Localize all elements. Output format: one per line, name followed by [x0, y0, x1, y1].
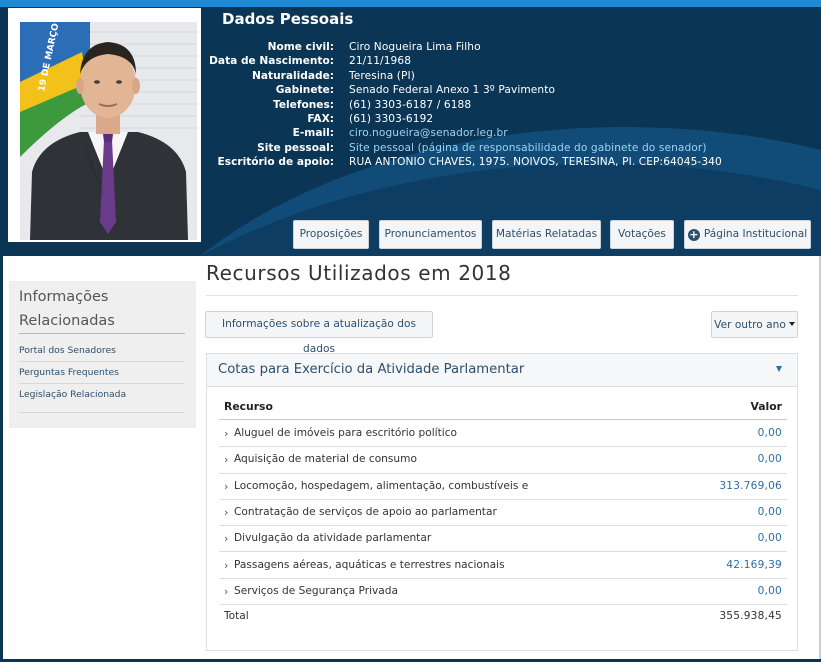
tab-materias-relatadas[interactable]: Matérias Relatadas	[492, 220, 601, 249]
plus-circle-icon: +	[687, 228, 700, 241]
resource-value[interactable]: 0,00	[758, 579, 782, 604]
field-value: Teresina (PI)	[349, 69, 415, 82]
tab-votacoes[interactable]: Votações	[610, 220, 674, 249]
personal-site-link[interactable]: Site pessoal (página de responsabilidade…	[349, 141, 707, 155]
chevron-right-icon: ›	[224, 453, 229, 467]
email-link[interactable]: ciro.nogueira@senador.leg.br	[349, 126, 508, 140]
chevron-right-icon: ›	[224, 532, 229, 546]
resource-value[interactable]: 0,00	[758, 447, 782, 472]
other-year-dropdown[interactable]: Ver outro ano	[711, 311, 798, 338]
collapse-toggle-icon[interactable]	[776, 366, 782, 372]
related-info-sidebar: Informações Relacionadas Portal dos Sena…	[9, 281, 196, 428]
personal-row-fax: FAX: (61) 3303-6192	[200, 112, 820, 126]
senator-tabs: Proposições Pronunciamentos Matérias Rel…	[0, 220, 821, 249]
resource-value[interactable]: 313.769,06	[719, 474, 782, 499]
senator-photo: 19 DE MARÇO	[20, 22, 197, 240]
quota-panel: Cotas para Exercício da Atividade Parlam…	[206, 353, 798, 651]
resource-value[interactable]: 0,00	[758, 500, 782, 525]
field-value: 21/11/1968	[349, 55, 412, 68]
resource-value[interactable]: 42.169,39	[726, 553, 782, 578]
panel-title: Cotas para Exercício da Atividade Parlam…	[218, 362, 525, 377]
title-divider	[206, 295, 798, 296]
field-value: (61) 3303-6187 / 6188	[349, 98, 472, 111]
field-label: FAX:	[307, 112, 334, 125]
table-row[interactable]: › Contratação de serviços de apoio ao pa…	[219, 500, 787, 527]
table-row[interactable]: › Locomoção, hospedagem, alimentação, co…	[219, 474, 787, 500]
personal-row-naturalidade: Naturalidade: Teresina (PI)	[200, 69, 820, 83]
dropdown-label: Ver outro ano	[714, 319, 786, 331]
personal-row-telefones: Telefones: (61) 3303-6187 / 6188	[200, 98, 820, 112]
sidebar-link-faq[interactable]: Perguntas Frequentes	[19, 362, 185, 384]
table-row[interactable]: › Aluguel de imóveis para escritório pol…	[219, 421, 787, 448]
field-value: Ciro Nogueira Lima Filho	[349, 41, 481, 53]
tab-pagina-institucional[interactable]: + Página Institucional	[684, 220, 811, 249]
field-value: Senado Federal Anexo 1 3º Pavimento	[349, 84, 556, 97]
chevron-right-icon: ›	[224, 427, 229, 440]
field-label: Escritório de apoio:	[217, 156, 334, 169]
chevron-right-icon: ›	[224, 584, 229, 598]
table-row[interactable]: › Divulgação da atividade parlamentar 0,…	[219, 526, 787, 553]
resource-name: Locomoção, hospedagem, alimentação, comb…	[234, 479, 529, 492]
sidebar-link-legislacao[interactable]: Legislação Relacionada	[19, 384, 185, 413]
panel-header[interactable]: Cotas para Exercício da Atividade Parlam…	[207, 354, 797, 387]
resource-name: Aquisição de material de consumo	[234, 453, 417, 466]
personal-row-site: Site pessoal: Site pessoal (página de re…	[200, 141, 820, 155]
personal-row-email: E-mail: ciro.nogueira@senador.leg.br	[200, 126, 820, 140]
table-header: Recurso Valor	[219, 394, 787, 420]
field-value: (61) 3303-6192	[349, 112, 434, 125]
caret-down-icon	[788, 322, 795, 326]
column-header-valor: Valor	[750, 400, 783, 413]
personal-row-escritorio: Escritório de apoio: RUA ANTONIO CHAVES,…	[200, 155, 820, 169]
personal-data-list: Nome civil: Ciro Nogueira Lima Filho Dat…	[200, 40, 820, 170]
resource-name: Contratação de serviços de apoio ao parl…	[234, 505, 497, 518]
personal-row-nascimento: Data de Nascimento: 21/11/1968	[200, 54, 820, 68]
left-edge-bar	[0, 256, 3, 662]
personal-row-gabinete: Gabinete: Senado Federal Anexo 1 3º Pavi…	[200, 83, 820, 97]
personal-row-nome: Nome civil: Ciro Nogueira Lima Filho	[200, 40, 820, 54]
resource-name: Passagens aéreas, aquáticas e terrestres…	[234, 558, 505, 571]
field-label: Gabinete:	[275, 84, 334, 97]
field-label: Telefones:	[273, 98, 334, 111]
resource-value[interactable]: 0,00	[758, 421, 782, 446]
field-label: Site pessoal:	[257, 141, 334, 154]
tab-proposicoes[interactable]: Proposições	[293, 220, 369, 249]
sidebar-link-portal[interactable]: Portal dos Senadores	[19, 340, 185, 362]
column-header-recurso: Recurso	[224, 400, 273, 413]
chevron-right-icon: ›	[224, 505, 229, 519]
senator-header: 19 DE MARÇO Dados Pessoais Nome civil: C…	[0, 0, 821, 256]
table-row[interactable]: › Aquisição de material de consumo 0,00	[219, 447, 787, 474]
table-row[interactable]: › Serviços de Segurança Privada 0,00	[219, 579, 787, 606]
senator-photo-frame: 19 DE MARÇO	[8, 8, 201, 242]
total-label: Total	[224, 610, 249, 622]
tab-label: Página Institucional	[703, 228, 808, 240]
tab-pronunciamentos[interactable]: Pronunciamentos	[379, 220, 482, 249]
resource-name: Aluguel de imóveis para escritório polít…	[234, 427, 458, 439]
field-label: Nome civil:	[267, 41, 334, 53]
table-row[interactable]: › Passagens aéreas, aquáticas e terrestr…	[219, 553, 787, 579]
sidebar-title: Informações Relacionadas	[19, 289, 115, 329]
total-row: Total 355.938,45	[219, 604, 787, 630]
sidebar-divider	[19, 333, 185, 334]
total-value: 355.938,45	[719, 610, 782, 622]
resource-value[interactable]: 0,00	[758, 526, 782, 551]
page-title: Recursos Utilizados em 2018	[206, 261, 512, 285]
personal-data-title: Dados Pessoais	[222, 10, 354, 28]
update-info-button[interactable]: Informações sobre a atualização dos dado…	[205, 311, 433, 355]
field-value: RUA ANTONIO CHAVES, 1975. NOIVOS, TERESI…	[349, 156, 722, 169]
field-label: E-mail:	[292, 127, 334, 140]
field-label: Data de Nascimento:	[209, 55, 334, 68]
resource-name: Divulgação da atividade parlamentar	[234, 532, 432, 545]
chevron-right-icon: ›	[224, 479, 229, 493]
chevron-right-icon: ›	[224, 558, 229, 572]
field-label: Naturalidade:	[252, 69, 334, 82]
resource-name: Serviços de Segurança Privada	[234, 584, 399, 597]
